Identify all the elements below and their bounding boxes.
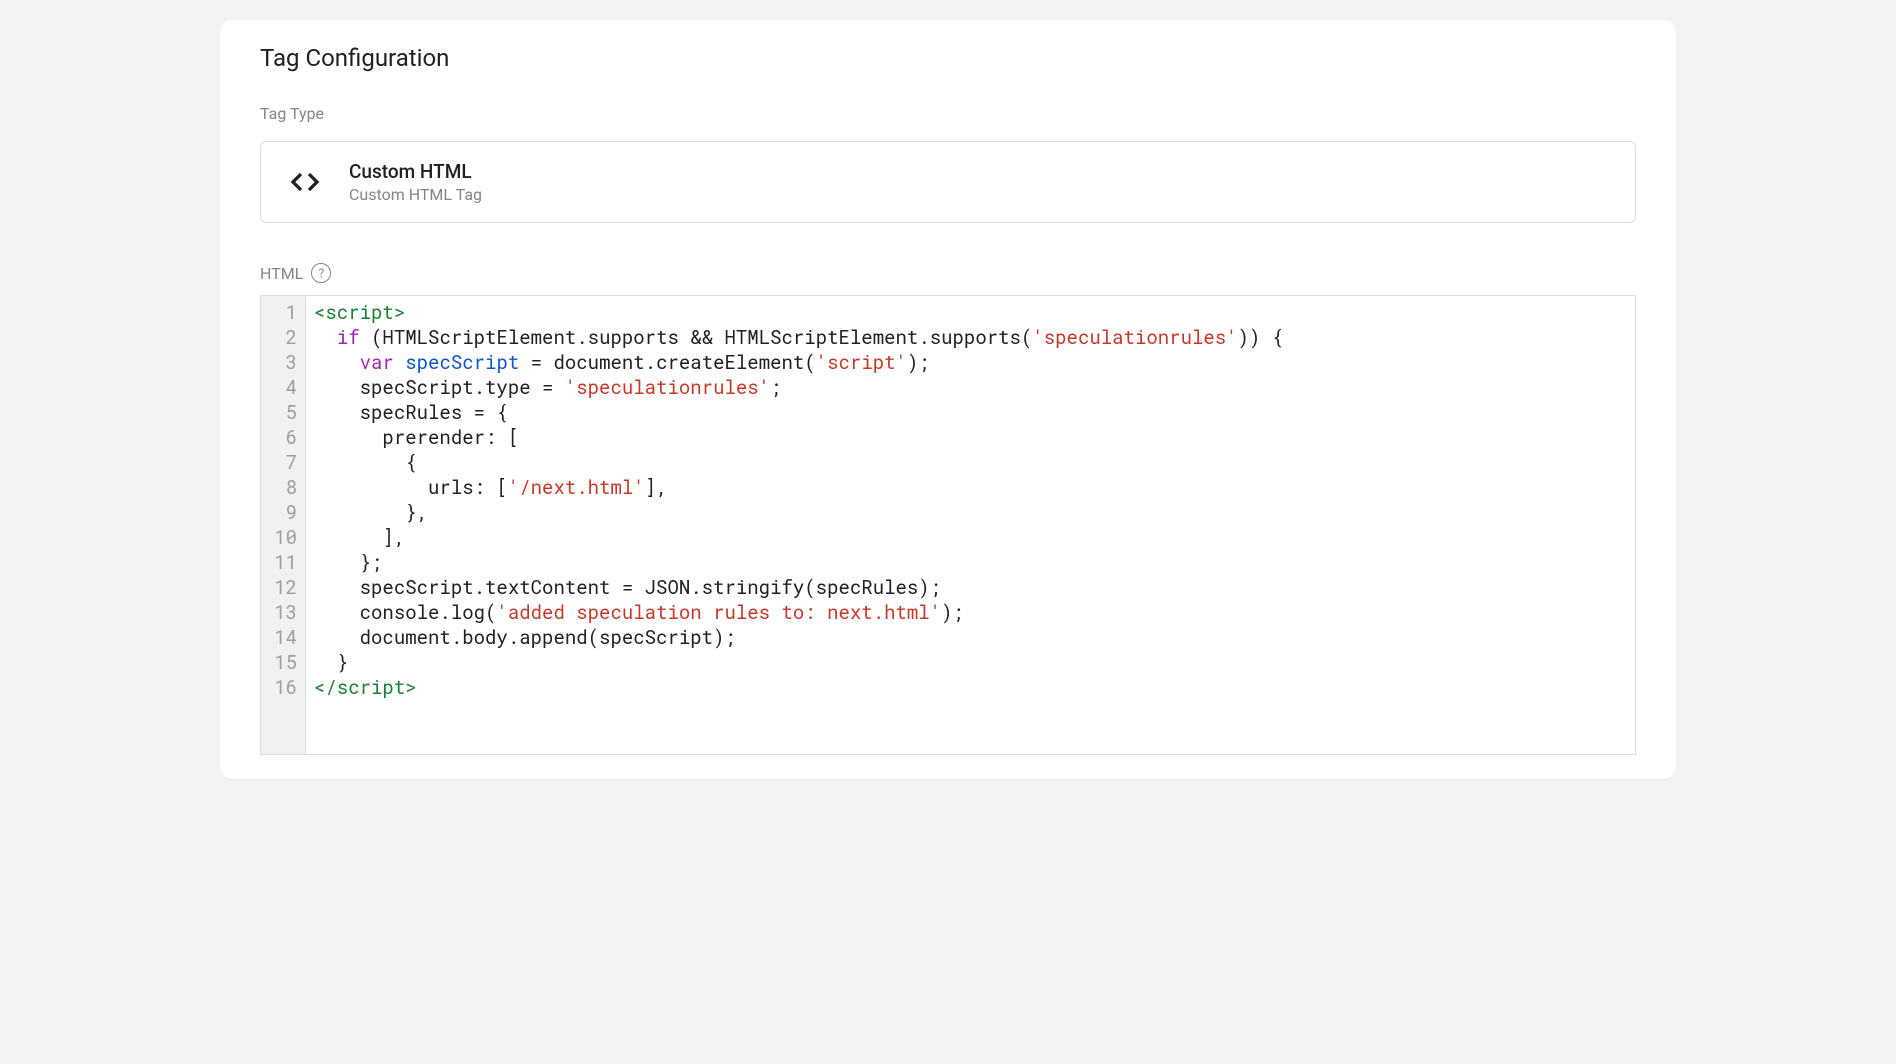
line-number: 6 bbox=[271, 425, 297, 450]
tag-type-title: Custom HTML bbox=[349, 160, 482, 183]
html-field-header: HTML ? bbox=[220, 263, 1676, 283]
line-number: 10 bbox=[271, 525, 297, 550]
line-number: 8 bbox=[271, 475, 297, 500]
code-line[interactable]: urls: ['/next.html'], bbox=[314, 475, 1627, 500]
tag-type-text: Custom HTML Custom HTML Tag bbox=[349, 160, 482, 204]
tag-type-label: Tag Type bbox=[220, 104, 1676, 123]
line-number: 5 bbox=[271, 400, 297, 425]
line-number: 11 bbox=[271, 550, 297, 575]
code-line[interactable]: specScript.type = 'speculationrules'; bbox=[314, 375, 1627, 400]
code-line[interactable]: { bbox=[314, 450, 1627, 475]
help-icon[interactable]: ? bbox=[311, 263, 331, 283]
line-number: 3 bbox=[271, 350, 297, 375]
code-line[interactable]: prerender: [ bbox=[314, 425, 1627, 450]
code-line[interactable]: specRules = { bbox=[314, 400, 1627, 425]
line-number: 7 bbox=[271, 450, 297, 475]
tag-type-subtitle: Custom HTML Tag bbox=[349, 185, 482, 204]
tag-type-selector[interactable]: Custom HTML Custom HTML Tag bbox=[260, 141, 1636, 223]
code-line[interactable]: console.log('added speculation rules to:… bbox=[314, 600, 1627, 625]
line-number: 1 bbox=[271, 300, 297, 325]
line-number: 14 bbox=[271, 625, 297, 650]
code-brackets-icon bbox=[285, 162, 325, 202]
line-number: 9 bbox=[271, 500, 297, 525]
code-line[interactable]: </script> bbox=[314, 675, 1627, 700]
line-number: 16 bbox=[271, 675, 297, 700]
html-label: HTML bbox=[260, 264, 303, 283]
line-number: 15 bbox=[271, 650, 297, 675]
html-code-editor[interactable]: 12345678910111213141516 <script> if (HTM… bbox=[260, 295, 1636, 755]
line-number: 12 bbox=[271, 575, 297, 600]
tag-configuration-card: Tag Configuration Tag Type Custom HTML C… bbox=[220, 20, 1676, 779]
code-line[interactable]: specScript.textContent = JSON.stringify(… bbox=[314, 575, 1627, 600]
code-line[interactable]: <script> bbox=[314, 300, 1627, 325]
code-line[interactable]: document.body.append(specScript); bbox=[314, 625, 1627, 650]
line-number: 4 bbox=[271, 375, 297, 400]
code-line[interactable]: } bbox=[314, 650, 1627, 675]
code-line[interactable]: }; bbox=[314, 550, 1627, 575]
line-number: 2 bbox=[271, 325, 297, 350]
code-line[interactable]: var specScript = document.createElement(… bbox=[314, 350, 1627, 375]
code-line[interactable]: }, bbox=[314, 500, 1627, 525]
section-title: Tag Configuration bbox=[220, 44, 1676, 72]
code-content[interactable]: <script> if (HTMLScriptElement.supports … bbox=[306, 296, 1635, 754]
code-line[interactable]: ], bbox=[314, 525, 1627, 550]
line-number-gutter: 12345678910111213141516 bbox=[261, 296, 306, 754]
code-line[interactable]: if (HTMLScriptElement.supports && HTMLSc… bbox=[314, 325, 1627, 350]
line-number: 13 bbox=[271, 600, 297, 625]
